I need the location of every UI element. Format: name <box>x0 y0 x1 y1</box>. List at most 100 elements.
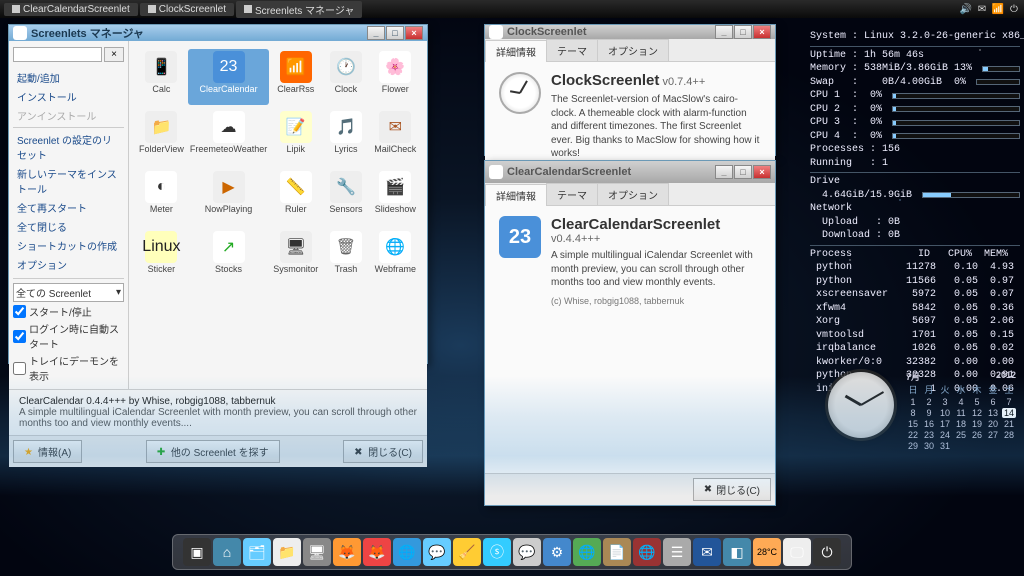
calendar-day[interactable]: 14 <box>1002 408 1016 418</box>
calendar-day[interactable]: 23 <box>922 430 936 440</box>
sidebar-item[interactable]: Screenlet の設定のリセット <box>13 130 124 164</box>
info-button[interactable]: ★情報(A) <box>13 440 82 463</box>
dock-item[interactable]: 🌐 <box>633 538 661 566</box>
screenlet-webframe[interactable]: 🌐Webframe <box>372 229 419 285</box>
screenlet-lipik[interactable]: 📝Lipik <box>271 109 320 165</box>
maximize-button[interactable]: □ <box>734 165 752 179</box>
maximize-button[interactable]: □ <box>734 25 752 39</box>
calendar-day[interactable]: 25 <box>954 430 968 440</box>
find-more-button[interactable]: ✚他の Screenlet を探す <box>146 440 280 463</box>
screenlet-clock[interactable]: 🕐Clock <box>322 49 369 105</box>
close-button[interactable]: ✖閉じる(C) <box>693 478 771 501</box>
calendar-day[interactable]: 19 <box>970 419 984 429</box>
calendar-day[interactable]: 15 <box>906 419 920 429</box>
dock-item[interactable]: 🖥 <box>303 538 331 566</box>
screenlet-sensors[interactable]: 🔧Sensors <box>322 169 369 225</box>
screenlet-clearrss[interactable]: 📶ClearRss <box>271 49 320 105</box>
dock-item[interactable]: 🧹 <box>453 538 481 566</box>
calendar-day[interactable]: 27 <box>986 430 1000 440</box>
calendar-day[interactable]: 16 <box>922 419 936 429</box>
mail-icon[interactable]: ✉ <box>976 3 988 15</box>
screenlet-meter[interactable]: ◐Meter <box>137 169 186 225</box>
dock-item[interactable]: 💬 <box>423 538 451 566</box>
desktop-clock-widget[interactable] <box>828 372 894 438</box>
start-stop-check[interactable]: スタート/停止 <box>13 304 124 319</box>
screenlet-calc[interactable]: 📱Calc <box>137 49 186 105</box>
sidebar-item[interactable]: 全て再スタート <box>13 198 124 217</box>
calendar-day[interactable]: 18 <box>954 419 968 429</box>
search-input[interactable] <box>13 47 102 62</box>
sidebar-item[interactable]: ショートカットの作成 <box>13 236 124 255</box>
minimize-button[interactable]: _ <box>715 25 733 39</box>
taskbar-item[interactable]: ClearCalendarScreenlet <box>4 3 138 16</box>
search-clear-button[interactable]: × <box>104 47 124 62</box>
tab-details[interactable]: 詳細情報 <box>485 40 547 62</box>
dock-item[interactable]: 🗂 <box>243 538 271 566</box>
dock-item[interactable]: ⚙ <box>543 538 571 566</box>
screenlet-slideshow[interactable]: 🎬Slideshow <box>372 169 419 225</box>
calendar-day[interactable]: 30 <box>922 441 936 451</box>
screenlet-mailcheck[interactable]: ✉MailCheck <box>372 109 419 165</box>
speaker-icon[interactable]: 🔊 <box>960 3 972 15</box>
calendar-day[interactable]: 1 <box>906 397 920 407</box>
calendar-day[interactable]: 5 <box>970 397 984 407</box>
calendar-day[interactable]: 6 <box>986 397 1000 407</box>
sidebar-item[interactable]: 起動/追加 <box>13 68 124 87</box>
dock-item[interactable]: 💬 <box>513 538 541 566</box>
calendar-day[interactable]: 9 <box>922 408 936 418</box>
dock-item[interactable]: 28°C <box>753 538 781 566</box>
titlebar[interactable]: Screenlets マネージャ _ □ × <box>9 25 427 41</box>
bars-icon[interactable]: 📶 <box>992 3 1004 15</box>
dock-item[interactable]: ☰ <box>663 538 691 566</box>
dock-item[interactable]: 🦊 <box>363 538 391 566</box>
dock-item[interactable]: ⏻ <box>813 538 841 566</box>
taskbar-item[interactable]: Screenlets マネージャ <box>236 1 362 18</box>
sidebar-item[interactable]: 全て閉じる <box>13 217 124 236</box>
calendar-day[interactable]: 13 <box>986 408 1000 418</box>
calendar-day[interactable]: 3 <box>938 397 952 407</box>
minimize-button[interactable]: _ <box>367 26 385 40</box>
screenlet-clearcalendar[interactable]: 23ClearCalendar <box>188 49 269 105</box>
calendar-day[interactable]: 8 <box>906 408 920 418</box>
dock-item[interactable]: ◧ <box>723 538 751 566</box>
tab-options[interactable]: オプション <box>597 39 669 61</box>
dock-item[interactable]: 📁 <box>273 538 301 566</box>
sidebar-item[interactable]: 新しいテーマをインストール <box>13 164 124 198</box>
calendar-day[interactable]: 7 <box>1002 397 1016 407</box>
filter-combo[interactable]: 全ての Screenlet▾ <box>13 283 124 302</box>
screenlet-flower[interactable]: 🌸Flower <box>372 49 419 105</box>
dock-item[interactable]: 📄 <box>603 538 631 566</box>
calendar-day[interactable]: 26 <box>970 430 984 440</box>
screenlet-folderview[interactable]: 📁FolderView <box>137 109 186 165</box>
close-button[interactable]: ✖閉じる(C) <box>343 440 423 463</box>
calendar-day[interactable]: 21 <box>1002 419 1016 429</box>
dock-item[interactable]: ▣ <box>183 538 211 566</box>
calendar-day[interactable]: 10 <box>938 408 952 418</box>
calendar-day[interactable]: 11 <box>954 408 968 418</box>
dock-item[interactable]: 🌐 <box>573 538 601 566</box>
autostart-check[interactable]: ログイン時に自動スタート <box>13 321 124 351</box>
screenlet-sticker[interactable]: LinuxSticker <box>137 229 186 285</box>
tab-details[interactable]: 詳細情報 <box>485 184 547 206</box>
close-button[interactable]: × <box>753 25 771 39</box>
minimize-button[interactable]: _ <box>715 165 733 179</box>
dock-item[interactable]: ✉ <box>693 538 721 566</box>
calendar-day[interactable]: 20 <box>986 419 1000 429</box>
calendar-day[interactable]: 12 <box>970 408 984 418</box>
screenlet-stocks[interactable]: ↗Stocks <box>188 229 269 285</box>
dock-item[interactable]: ⌂ <box>213 538 241 566</box>
sidebar-item[interactable]: インストール <box>13 87 124 106</box>
tab-theme[interactable]: テーマ <box>546 183 598 205</box>
dock-item[interactable]: 🖵 <box>783 538 811 566</box>
desktop-calendar-widget[interactable]: 7月2012 日月火水木金土12345678910111213141516171… <box>906 370 1016 451</box>
dock-item[interactable]: 🦊 <box>333 538 361 566</box>
sidebar-item[interactable]: オプション <box>13 255 124 274</box>
maximize-button[interactable]: □ <box>386 26 404 40</box>
close-button[interactable]: × <box>405 26 423 40</box>
tab-theme[interactable]: テーマ <box>546 39 598 61</box>
calendar-day[interactable]: 24 <box>938 430 952 440</box>
tray-daemon-check[interactable]: トレイにデーモンを表示 <box>13 353 124 383</box>
close-button[interactable]: × <box>753 165 771 179</box>
titlebar[interactable]: ClockScreenlet _ □ × <box>485 25 775 39</box>
screenlet-trash[interactable]: 🗑Trash <box>322 229 369 285</box>
